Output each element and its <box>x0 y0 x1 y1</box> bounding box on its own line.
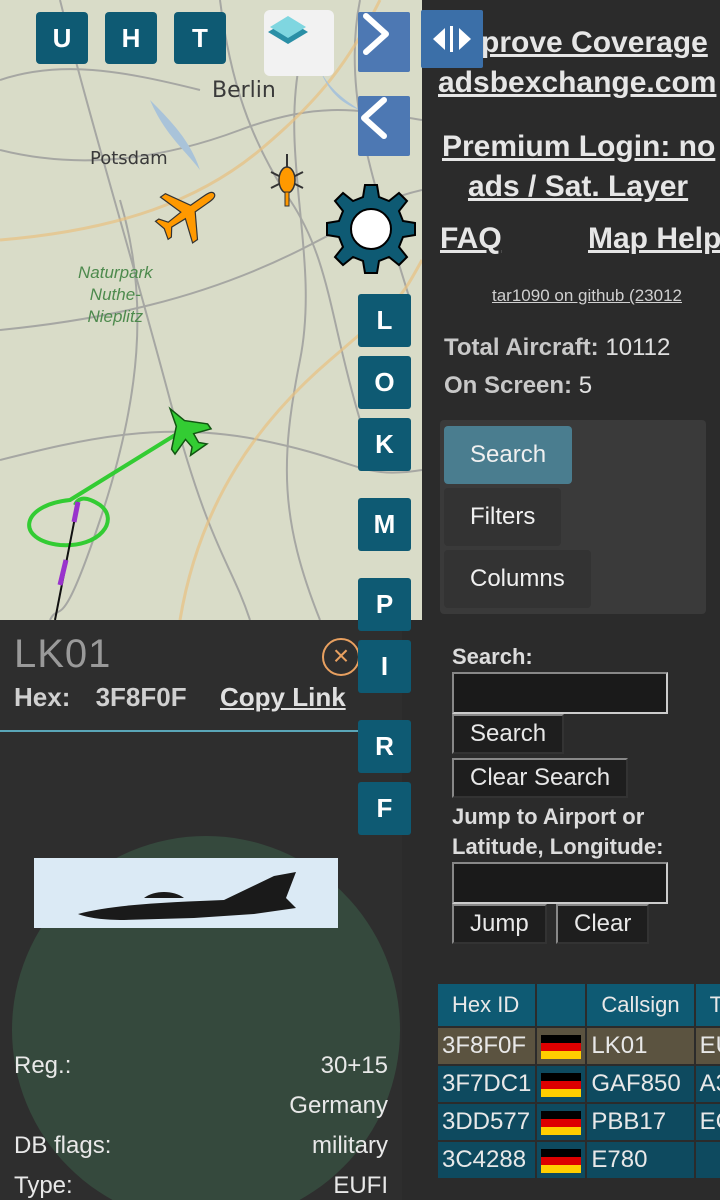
cell-hex: 3F7DC1 <box>438 1066 536 1102</box>
chevron-right-icon <box>363 13 389 55</box>
map-label-park: Naturpark Nuthe- Nieplitz <box>78 263 153 326</box>
search-button[interactable]: Search <box>452 714 565 754</box>
table-row[interactable]: 3C4288 E780 <box>438 1142 720 1178</box>
cell-hex: 3DD577 <box>438 1104 536 1140</box>
cell-type: EU <box>695 1028 720 1064</box>
map-label-town: Potsdam <box>90 148 168 169</box>
improve-coverage-link[interactable]: Improve Coverage <box>446 26 708 60</box>
layers-icon <box>268 16 308 44</box>
settings-button[interactable] <box>324 182 418 276</box>
col-type[interactable]: Ty <box>695 984 720 1026</box>
info-header: LK01 Hex: 3F8F0F Copy Link × <box>0 620 402 732</box>
close-icon[interactable]: × <box>322 638 360 676</box>
clear-button[interactable]: Clear <box>556 904 650 944</box>
l-button[interactable]: L <box>358 294 411 347</box>
hex-value: 3F8F0F <box>95 682 187 712</box>
cell-callsign: GAF850 <box>587 1066 694 1102</box>
split-toggle-icon <box>433 26 471 52</box>
cell-callsign: LK01 <box>587 1028 694 1064</box>
layers-button[interactable] <box>264 10 334 76</box>
r-button[interactable]: R <box>358 720 411 773</box>
m-button[interactable]: M <box>358 498 411 551</box>
aircraft-table: Hex ID Callsign Ty 3F8F0F LK01 EU 3F7DC1… <box>436 982 720 1180</box>
faq-link[interactable]: FAQ <box>440 222 502 256</box>
on-screen: On Screen: 5 <box>444 372 593 399</box>
germany-flag-icon <box>537 1028 586 1064</box>
p-button[interactable]: P <box>358 578 411 631</box>
collapse-sidebar-button[interactable] <box>358 96 410 156</box>
info-row-reg: Reg.: 30+15 <box>14 1052 388 1079</box>
hex-label: Hex: <box>14 682 71 712</box>
t-button[interactable]: T <box>174 12 226 64</box>
map-label-city: Berlin <box>212 78 276 103</box>
tab-container: Search Filters Columns <box>440 420 706 614</box>
cell-type: EC <box>695 1104 720 1140</box>
tab-filters[interactable]: Filters <box>444 488 562 546</box>
jump-label: Jump to Airport or Latitude, Longitude: <box>452 804 664 859</box>
github-link[interactable]: tar1090 on github (23012 <box>492 286 682 306</box>
hex-row: Hex: 3F8F0F <box>14 682 187 713</box>
i-button[interactable]: I <box>358 640 411 693</box>
gear-icon <box>326 184 416 274</box>
f-button[interactable]: F <box>358 782 411 835</box>
flight-trail <box>27 430 182 620</box>
cell-hex: 3C4288 <box>438 1142 536 1178</box>
germany-flag-icon <box>537 1066 586 1102</box>
aircraft-info-panel: LK01 Hex: 3F8F0F Copy Link × Reg.: 30+15 … <box>0 620 402 1200</box>
tab-columns[interactable]: Columns <box>444 550 591 608</box>
cell-hex: 3F8F0F <box>438 1028 536 1064</box>
premium-login-link[interactable]: Premium Login: no <box>442 130 715 164</box>
germany-flag-icon <box>537 1104 586 1140</box>
col-callsign[interactable]: Callsign <box>587 984 694 1026</box>
germany-flag-icon <box>537 1142 586 1178</box>
table-row[interactable]: 3DD577 PBB17 EC <box>438 1104 720 1140</box>
cell-callsign: E780 <box>587 1142 694 1178</box>
ads-layer-link[interactable]: ads / Sat. Layer <box>468 170 688 204</box>
jump-button[interactable]: Jump <box>452 904 547 944</box>
col-flag[interactable] <box>537 984 586 1026</box>
cell-callsign: PBB17 <box>587 1104 694 1140</box>
split-toggle-button[interactable] <box>421 10 483 68</box>
tab-search[interactable]: Search <box>444 426 573 484</box>
h-button[interactable]: H <box>105 12 157 64</box>
col-hex-id[interactable]: Hex ID <box>438 984 536 1026</box>
expand-sidebar-button[interactable] <box>358 12 410 72</box>
clear-search-button[interactable]: Clear Search <box>452 758 629 798</box>
map-help-link[interactable]: Map Help <box>588 222 720 256</box>
cell-type: A3 <box>695 1066 720 1102</box>
table-header-row: Hex ID Callsign Ty <box>438 984 720 1026</box>
chevron-left-icon <box>361 97 387 139</box>
info-row-db-flags: DB flags: military <box>14 1132 388 1159</box>
k-button[interactable]: K <box>358 418 411 471</box>
total-aircraft: Total Aircraft: 10112 <box>444 334 671 361</box>
aircraft-icon <box>154 191 216 244</box>
selected-callsign: LK01 <box>14 632 112 676</box>
o-button[interactable]: O <box>358 356 411 409</box>
info-row-type: Type: EUFI <box>14 1172 388 1199</box>
search-input[interactable] <box>452 672 668 714</box>
jump-input[interactable] <box>452 862 668 904</box>
table-row[interactable]: 3F7DC1 GAF850 A3 <box>438 1066 720 1102</box>
cell-type <box>695 1142 720 1178</box>
site-link[interactable]: adsbexchange.com <box>438 66 716 100</box>
aircraft-photo <box>34 858 338 928</box>
copy-link[interactable]: Copy Link <box>220 682 346 713</box>
search-label: Search: <box>452 644 533 669</box>
table-row[interactable]: 3F8F0F LK01 EU <box>438 1028 720 1064</box>
u-button[interactable]: U <box>36 12 88 64</box>
